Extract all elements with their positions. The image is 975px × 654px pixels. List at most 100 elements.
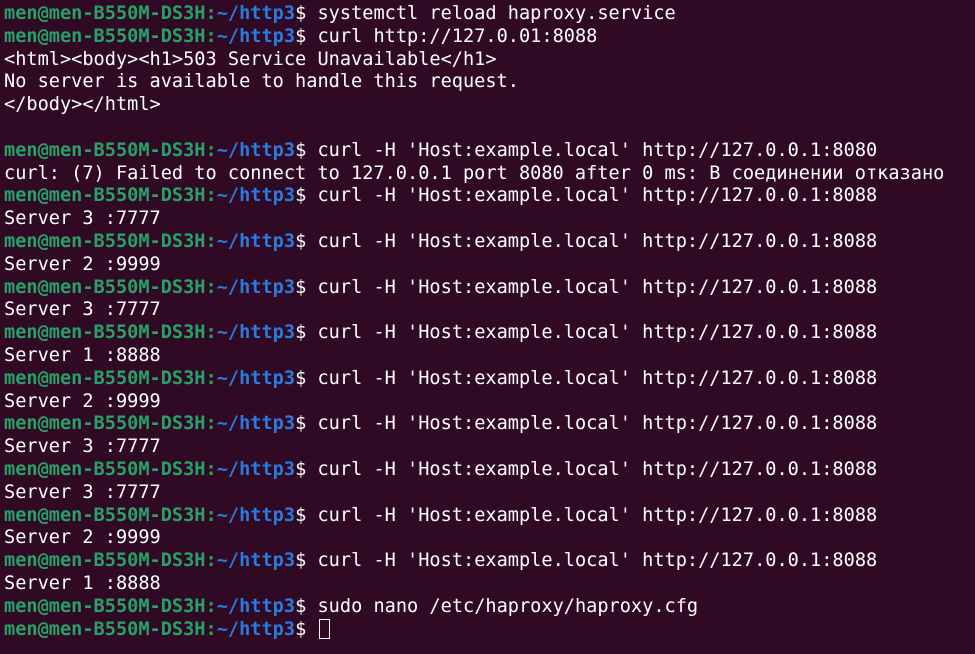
- output-text: Server 3 :7777: [4, 436, 161, 458]
- prompt-dollar: $: [295, 139, 307, 161]
- command-text: curl -H 'Host:example.local' http://127.…: [317, 185, 878, 207]
- prompt-user-host: men@men-B550M-DS3H: [4, 367, 206, 389]
- prompt-user-host: men@men-B550M-DS3H: [4, 595, 206, 617]
- prompt-path: ~/http3: [216, 550, 296, 572]
- output-line: curl: (7) Failed to connect to 127.0.0.1…: [4, 163, 975, 186]
- prompt-dollar: $: [295, 458, 307, 480]
- prompt-user-host: men@men-B550M-DS3H: [4, 413, 206, 435]
- prompt-path: ~/http3: [216, 504, 296, 526]
- output-text: Server 3 :7777: [4, 208, 161, 230]
- prompt-colon: :: [205, 276, 217, 298]
- output-text: <html><body><h1>503 Service Unavailable<…: [4, 48, 497, 70]
- prompt-user-host: men@men-B550M-DS3H: [4, 276, 206, 298]
- prompt-path: ~/http3: [216, 413, 296, 435]
- output-text: Server 1 :8888: [4, 344, 161, 366]
- terminal-window[interactable]: men@men-B550M-DS3H:~/http3$ systemctl re…: [0, 0, 975, 654]
- prompt-path: ~/http3: [216, 595, 296, 617]
- prompt-colon: :: [205, 185, 217, 207]
- output-text: </body></html>: [4, 94, 161, 116]
- output-text: Server 2 :9999: [4, 527, 161, 549]
- output-line: Server 3 :7777: [4, 299, 975, 322]
- prompt-dollar: $: [295, 276, 307, 298]
- prompt-user-host: men@men-B550M-DS3H: [4, 550, 206, 572]
- prompt-dollar: $: [295, 550, 307, 572]
- prompt-user-host: men@men-B550M-DS3H: [4, 618, 206, 640]
- prompt-dollar: $: [295, 230, 307, 252]
- output-line: Server 3 :7777: [4, 436, 975, 459]
- prompt-line: men@men-B550M-DS3H:~/http3$ curl -H 'Hos…: [4, 277, 975, 300]
- prompt-colon: :: [205, 139, 217, 161]
- prompt-user-host: men@men-B550M-DS3H: [4, 3, 206, 24]
- prompt-colon: :: [205, 550, 217, 572]
- output-line: Server 3 :7777: [4, 208, 975, 231]
- prompt-line: men@men-B550M-DS3H:~/http3$ curl -H 'Hos…: [4, 459, 975, 482]
- output-text: Server 1 :8888: [4, 572, 161, 594]
- prompt-dollar: $: [295, 595, 307, 617]
- prompt-path: ~/http3: [216, 230, 296, 252]
- prompt-line: men@men-B550M-DS3H:~/http3$ curl -H 'Hos…: [4, 140, 975, 163]
- prompt-line: men@men-B550M-DS3H:~/http3$ curl -H 'Hos…: [4, 550, 975, 573]
- output-text: No server is available to handle this re…: [4, 71, 519, 93]
- prompt-line: men@men-B550M-DS3H:~/http3$ curl -H 'Hos…: [4, 185, 975, 208]
- prompt-user-host: men@men-B550M-DS3H: [4, 139, 206, 161]
- prompt-user-host: men@men-B550M-DS3H: [4, 322, 206, 344]
- command-text: curl -H 'Host:example.local' http://127.…: [317, 458, 878, 480]
- output-line: No server is available to handle this re…: [4, 71, 975, 94]
- output-line: </body></html>: [4, 94, 975, 117]
- command-text: curl -H 'Host:example.local' http://127.…: [317, 504, 878, 526]
- prompt-path: ~/http3: [216, 25, 296, 47]
- active-prompt-line: men@men-B550M-DS3H:~/http3$: [4, 618, 975, 642]
- output-text: Server 2 :9999: [4, 253, 161, 275]
- output-line: Server 2 :9999: [4, 391, 975, 414]
- prompt-path: ~/http3: [216, 618, 296, 640]
- prompt-user-host: men@men-B550M-DS3H: [4, 25, 206, 47]
- prompt-colon: :: [205, 25, 217, 47]
- prompt-path: ~/http3: [216, 458, 296, 480]
- output-line: Server 3 :7777: [4, 482, 975, 505]
- prompt-colon: :: [205, 458, 217, 480]
- command-text: curl -H 'Host:example.local' http://127.…: [317, 276, 878, 298]
- prompt-colon: :: [205, 3, 217, 24]
- prompt-dollar: $: [295, 322, 307, 344]
- prompt-line: men@men-B550M-DS3H:~/http3$ curl -H 'Hos…: [4, 505, 975, 528]
- prompt-line: men@men-B550M-DS3H:~/http3$ curl -H 'Hos…: [4, 322, 975, 345]
- command-text: curl -H 'Host:example.local' http://127.…: [317, 413, 878, 435]
- prompt-colon: :: [205, 504, 217, 526]
- output-text: Server 3 :7777: [4, 299, 161, 321]
- prompt-colon: :: [205, 413, 217, 435]
- prompt-line: men@men-B550M-DS3H:~/http3$ curl http://…: [4, 26, 975, 49]
- prompt-colon: :: [205, 595, 217, 617]
- prompt-colon: :: [205, 322, 217, 344]
- output-line: Server 1 :8888: [4, 573, 975, 596]
- prompt-colon: :: [205, 618, 217, 640]
- prompt-line: men@men-B550M-DS3H:~/http3$ systemctl re…: [4, 3, 975, 26]
- terminal-cursor[interactable]: [319, 618, 331, 639]
- prompt-line: men@men-B550M-DS3H:~/http3$ curl -H 'Hos…: [4, 231, 975, 254]
- output-line: Server 2 :9999: [4, 527, 975, 550]
- output-line: <html><body><h1>503 Service Unavailable<…: [4, 49, 975, 72]
- prompt-user-host: men@men-B550M-DS3H: [4, 504, 206, 526]
- prompt-path: ~/http3: [216, 139, 296, 161]
- prompt-user-host: men@men-B550M-DS3H: [4, 458, 206, 480]
- prompt-dollar: $: [295, 413, 307, 435]
- prompt-dollar: $: [295, 618, 307, 640]
- command-text: systemctl reload haproxy.service: [317, 3, 676, 24]
- prompt-dollar: $: [295, 3, 307, 24]
- prompt-line: men@men-B550M-DS3H:~/http3$ curl -H 'Hos…: [4, 413, 975, 436]
- command-text: curl -H 'Host:example.local' http://127.…: [317, 139, 878, 161]
- prompt-colon: :: [205, 230, 217, 252]
- output-text: Server 3 :7777: [4, 481, 161, 503]
- prompt-path: ~/http3: [216, 367, 296, 389]
- output-text: Server 2 :9999: [4, 390, 161, 412]
- output-line: Server 1 :8888: [4, 345, 975, 368]
- prompt-colon: :: [205, 367, 217, 389]
- output-line: Server 2 :9999: [4, 254, 975, 277]
- prompt-user-host: men@men-B550M-DS3H: [4, 230, 206, 252]
- command-text: curl -H 'Host:example.local' http://127.…: [317, 230, 878, 252]
- command-text: sudo nano /etc/haproxy/haproxy.cfg: [317, 595, 699, 617]
- prompt-path: ~/http3: [216, 322, 296, 344]
- prompt-dollar: $: [295, 367, 307, 389]
- prompt-dollar: $: [295, 25, 307, 47]
- command-text: curl http://127.0.01:8088: [317, 25, 598, 47]
